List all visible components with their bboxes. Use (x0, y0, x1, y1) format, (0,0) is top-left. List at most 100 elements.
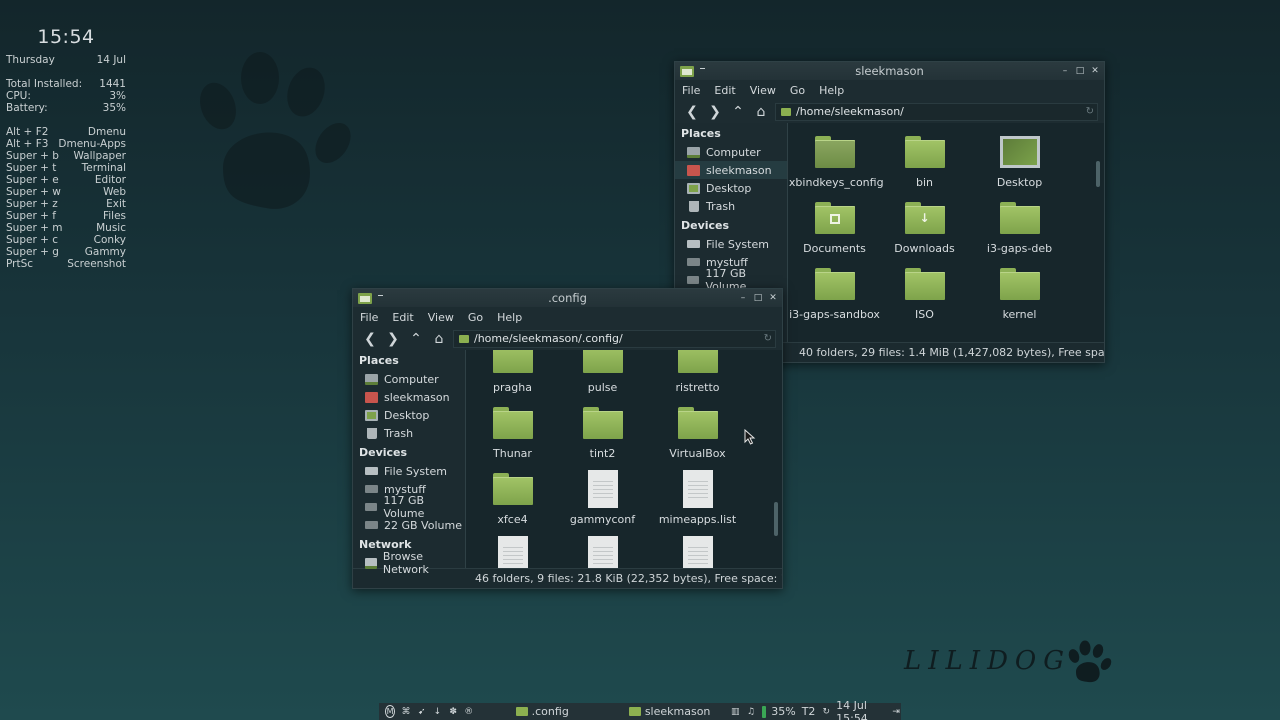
logout-icon[interactable]: ⇥ (891, 705, 901, 718)
menu-view[interactable]: View (750, 84, 776, 97)
scrollbar[interactable] (774, 502, 778, 536)
shortcut-keys: Alt + F3 (6, 138, 49, 150)
file-item[interactable]: kernel (972, 265, 1067, 331)
menu-go[interactable]: Go (790, 84, 805, 97)
file-item[interactable]: Thunar (470, 404, 555, 470)
file-manager-window-config[interactable]: .config – □ ✕ File Edit View Go Help ❮ ❯… (352, 288, 783, 589)
shortcut-keys: Super + f (6, 210, 56, 222)
file-item[interactable]: xfce4 (470, 470, 555, 536)
file-item[interactable]: tint2 (555, 404, 650, 470)
taskbar-clock[interactable]: 14 Jul 15:54 (836, 699, 885, 720)
sidebar-item-117gb[interactable]: 117 GB Volume (675, 267, 787, 293)
file-label: pulse (587, 381, 618, 394)
menu-help[interactable]: Help (819, 84, 844, 97)
close-button[interactable]: ✕ (768, 293, 778, 303)
menu-help[interactable]: Help (497, 311, 522, 324)
file-item[interactable] (650, 536, 745, 568)
registered-icon[interactable]: ® (464, 705, 474, 718)
window-switcher-icon[interactable]: ⌘ (401, 705, 411, 718)
file-item[interactable]: Desktop (972, 133, 1067, 199)
back-arrow-icon[interactable]: ❮ (681, 102, 703, 122)
refresh-icon[interactable]: ↻ (821, 705, 831, 718)
file-item[interactable]: ISO (877, 265, 972, 331)
file-item[interactable]: mimeapps.list (650, 470, 745, 536)
file-item[interactable]: ↓ Downloads (877, 199, 972, 265)
location-bar[interactable]: /home/sleekmason/ ↻ (775, 102, 1098, 121)
network-signal-icon[interactable]: ▥ (730, 705, 740, 718)
menu-view[interactable]: View (428, 311, 454, 324)
file-item[interactable]: pulse (555, 350, 650, 404)
shortcut-action: Dmenu-Apps (58, 138, 126, 150)
sidebar-item-computer[interactable]: Computer (675, 143, 787, 161)
paw-launcher-icon[interactable]: ✽ (448, 705, 458, 718)
volume-icon[interactable]: ♫ (746, 705, 756, 718)
sidebar-item-trash[interactable]: Trash (353, 424, 465, 442)
sidebar-item-desktop[interactable]: Desktop (675, 179, 787, 197)
minimize-button[interactable]: – (738, 293, 748, 303)
file-item[interactable]: VirtualBox (650, 404, 745, 470)
file-item[interactable] (470, 536, 555, 568)
window-titlebar[interactable]: .config – □ ✕ (353, 289, 782, 307)
file-item[interactable]: i3-gaps-sandbox (789, 265, 880, 331)
home-icon[interactable]: ⌂ (750, 102, 772, 122)
sidebar-item-117gb[interactable]: 117 GB Volume (353, 494, 465, 520)
maximize-button[interactable]: □ (753, 293, 763, 303)
folder-icon (358, 292, 372, 304)
task-config[interactable]: .config (515, 705, 569, 718)
menu-launcher-icon[interactable]: M (385, 705, 396, 718)
menu-edit[interactable]: Edit (392, 311, 413, 324)
task-sleekmason[interactable]: sleekmason (628, 705, 711, 718)
maximize-button[interactable]: □ (1075, 66, 1085, 76)
file-view[interactable]: .xbindkeys_config bin Desktop Documents … (788, 123, 1104, 342)
sidebar-item-22gb[interactable]: 22 GB Volume (353, 516, 465, 534)
workspace-indicator[interactable]: T2 (802, 705, 816, 718)
task-label: sleekmason (644, 705, 711, 718)
computer-icon (365, 373, 378, 385)
back-arrow-icon[interactable]: ❮ (359, 329, 381, 349)
window-titlebar[interactable]: sleekmason – □ ✕ (675, 62, 1104, 80)
file-item[interactable]: .xbindkeys_config (788, 133, 884, 199)
menu-file[interactable]: File (682, 84, 700, 97)
menu-edit[interactable]: Edit (714, 84, 735, 97)
window-menu-icon[interactable] (378, 294, 383, 296)
scrollbar[interactable] (1096, 161, 1100, 187)
close-button[interactable]: ✕ (1090, 66, 1100, 76)
refresh-icon[interactable]: ↻ (1086, 106, 1094, 117)
sidebar-item-filesystem[interactable]: File System (675, 235, 787, 253)
shortcut-row: Alt + F2 Dmenu (6, 126, 126, 138)
sidebar-item-home[interactable]: sleekmason (675, 161, 787, 179)
sidebar-item-filesystem[interactable]: File System (353, 462, 465, 480)
file-item[interactable]: i3-gaps-deb (972, 199, 1067, 265)
folder-icon (904, 136, 945, 168)
file-item[interactable] (555, 536, 650, 568)
up-arrow-icon[interactable]: ⌃ (405, 329, 427, 349)
menu-file[interactable]: File (360, 311, 378, 324)
menu-go[interactable]: Go (468, 311, 483, 324)
window-menu-icon[interactable] (700, 67, 705, 69)
refresh-icon[interactable]: ↻ (764, 333, 772, 344)
file-item[interactable]: bin (877, 133, 972, 199)
location-bar[interactable]: /home/sleekmason/.config/ ↻ (453, 329, 776, 348)
sidebar-item-browse-network[interactable]: Browse Network (353, 550, 465, 576)
sidebar-item-home[interactable]: sleekmason (353, 388, 465, 406)
home-icon[interactable]: ⌂ (428, 329, 450, 349)
forward-arrow-icon[interactable]: ❯ (382, 329, 404, 349)
computer-icon (687, 146, 700, 158)
file-item[interactable]: pragha (470, 350, 555, 404)
shortcut-row: Super + b Wallpaper (6, 150, 126, 162)
stat-value: 1441 (99, 78, 126, 90)
file-item[interactable]: ristretto (650, 350, 745, 404)
file-item[interactable]: Documents (792, 199, 877, 265)
pointer-tool-icon[interactable]: ➹ (417, 705, 427, 718)
minimize-button[interactable]: – (1060, 66, 1070, 76)
file-item[interactable]: gammyconf (555, 470, 650, 536)
shortcut-row: Super + g Gammy (6, 246, 126, 258)
conky-widget: 15:54 Thursday 14 Jul Total Installed: 14… (6, 26, 126, 270)
sidebar-item-computer[interactable]: Computer (353, 370, 465, 388)
sidebar-item-desktop[interactable]: Desktop (353, 406, 465, 424)
forward-arrow-icon[interactable]: ❯ (704, 102, 726, 122)
file-view[interactable]: pragha pulse ristretto Thunar tint2 Virt… (466, 350, 782, 568)
sidebar-item-trash[interactable]: Trash (675, 197, 787, 215)
download-icon[interactable]: ↓ (433, 705, 443, 718)
up-arrow-icon[interactable]: ⌃ (727, 102, 749, 122)
